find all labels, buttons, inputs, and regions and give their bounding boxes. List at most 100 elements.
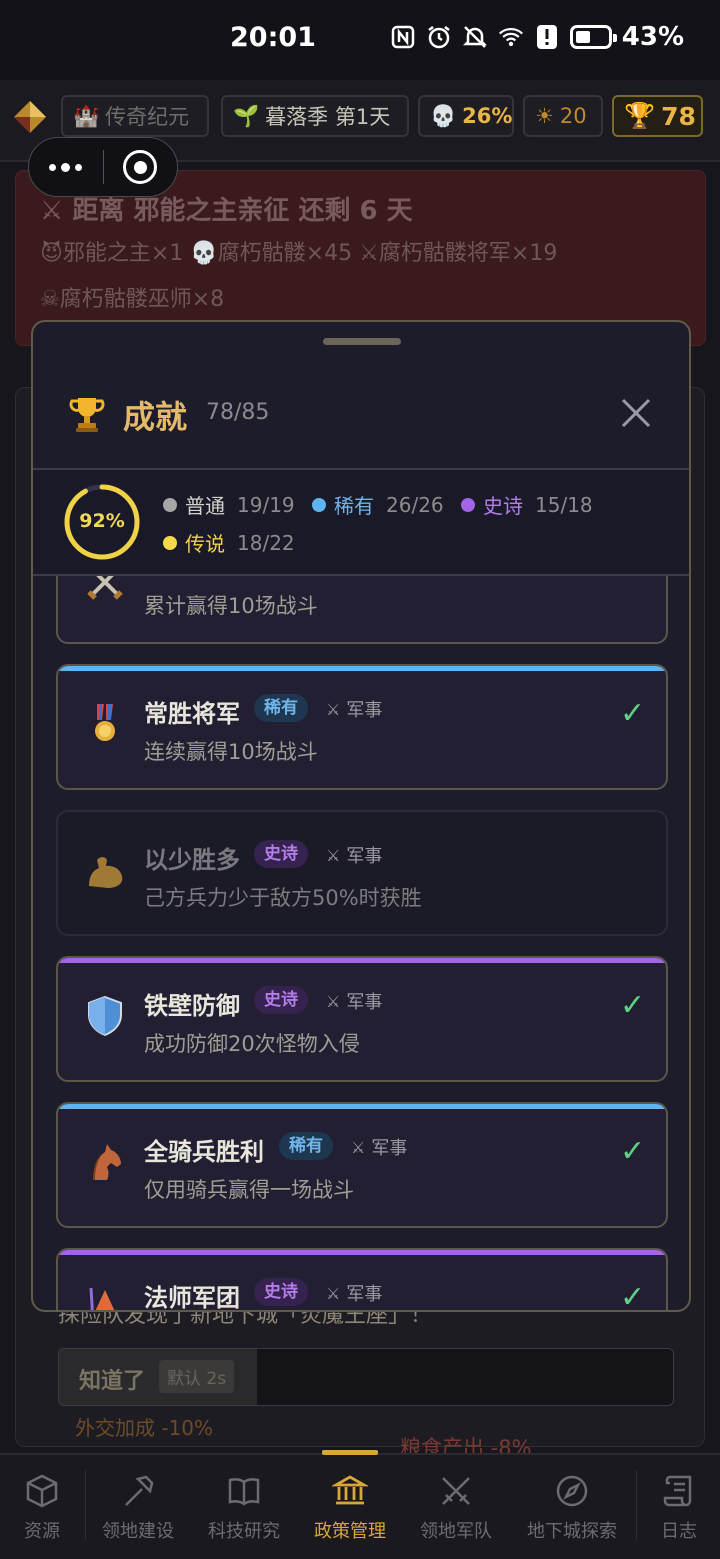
achievement-card[interactable]: 累计赢得10场战斗 ✓ xyxy=(56,576,668,644)
rarity-badge: 稀有 xyxy=(279,1132,333,1160)
flexed-arm-icon xyxy=(89,857,123,888)
dot-icon xyxy=(49,163,57,171)
crossed-swords-icon xyxy=(87,576,123,600)
horse-icon xyxy=(93,1144,121,1180)
sun-icon: ☀ xyxy=(535,104,554,128)
check-icon: ✓ xyxy=(620,988,646,1023)
close-icon[interactable] xyxy=(619,396,653,430)
scroll-icon xyxy=(663,1475,692,1507)
diplomacy-bonus: 外交加成 -10% xyxy=(75,1416,214,1440)
close-miniprogram-button[interactable] xyxy=(104,138,178,196)
completion-percent: 92% xyxy=(79,510,125,532)
category-label: ⚔ 军事 xyxy=(326,991,383,1014)
achievement-count: 78/85 xyxy=(206,400,270,425)
status-bar: 20:01 43% xyxy=(0,0,720,80)
nav-item-dungeon[interactable]: 地下城探索 xyxy=(512,1455,632,1559)
castle-icon: 🏰 xyxy=(73,103,100,128)
check-icon: ✓ xyxy=(620,1134,646,1169)
category-label: ⚔ 军事 xyxy=(326,845,383,868)
stat-legendary: 传说 18/22 xyxy=(163,528,295,557)
stat-rare: 稀有 26/26 xyxy=(312,490,444,519)
enemy-list-line2: ☠腐朽骷髅巫师×8 xyxy=(40,287,225,312)
game-logo-icon xyxy=(14,101,46,133)
achievements-modal: 成就 78/85 92% 普通 19/19 稀有 26/26 史诗 15/18 xyxy=(31,320,691,1312)
trophy-chip[interactable]: 🏆 78 xyxy=(612,95,703,137)
enemy-list-line1: 😈邪能之主×1 💀腐朽骷髅×45 ⚔腐朽骷髅将军×19 xyxy=(40,241,558,266)
dot-icon xyxy=(61,162,71,172)
modal-header: 成就 78/85 xyxy=(33,362,689,468)
stat-common: 普通 19/19 xyxy=(163,490,295,519)
nav-item-army[interactable]: 领地军队 xyxy=(404,1455,508,1559)
bottom-nav: 资源 领地建设 科技研究 政策管理 领地军队 地下城探索 日志 xyxy=(0,1453,720,1559)
dot-icon xyxy=(75,163,83,171)
wizard-icon xyxy=(89,1287,115,1310)
status-time: 20:01 xyxy=(230,22,316,53)
rarity-badge: 史诗 xyxy=(254,986,308,1014)
battery-icon xyxy=(569,25,617,49)
swords-icon xyxy=(442,1477,470,1505)
check-icon: ✓ xyxy=(620,1280,646,1312)
battery-level: 43% xyxy=(621,22,684,52)
dot-icon xyxy=(312,497,326,512)
alarm-icon xyxy=(426,24,452,50)
bank-icon xyxy=(332,1475,368,1505)
sun-chip[interactable]: ☀ 20 xyxy=(523,95,603,137)
category-label: ⚔ 军事 xyxy=(326,1283,383,1306)
nav-divider xyxy=(85,1470,86,1540)
compass-icon xyxy=(556,1475,588,1507)
stat-epic: 史诗 15/18 xyxy=(461,490,593,519)
rarity-badge: 史诗 xyxy=(254,1278,308,1306)
skull-icon: 💀 xyxy=(430,103,457,128)
target-icon xyxy=(123,150,158,184)
rarity-badge: 史诗 xyxy=(254,840,308,868)
achievement-card[interactable]: 常胜将军 稀有 ⚔ 军事 ✓ 连续赢得10场战斗 xyxy=(56,664,668,790)
check-icon: ✓ xyxy=(620,696,646,731)
crossed-swords-icon: ⚔ xyxy=(326,991,341,1011)
crossed-swords-icon: ⚔ xyxy=(351,1137,366,1157)
nav-item-log[interactable]: 日志 xyxy=(638,1455,720,1559)
era-chip[interactable]: 🏰 传奇纪元 xyxy=(61,95,209,137)
mute-bell-icon xyxy=(462,24,488,50)
nav-active-indicator xyxy=(322,1450,378,1455)
dot-icon xyxy=(461,497,475,512)
achievement-card[interactable]: 以少胜多 史诗 ⚔ 军事 己方兵力少于敌方50%时获胜 xyxy=(56,810,668,936)
achievement-card[interactable]: 全骑兵胜利 稀有 ⚔ 军事 ✓ 仅用骑兵赢得一场战斗 xyxy=(56,1102,668,1228)
rarity-stats: 92% 普通 19/19 稀有 26/26 史诗 15/18 传说 18/22 xyxy=(33,470,689,576)
book-icon xyxy=(228,1478,260,1506)
wifi-icon xyxy=(498,24,524,50)
nav-item-policy[interactable]: 政策管理 xyxy=(298,1455,402,1559)
crossed-swords-icon: ⚔ xyxy=(326,1283,341,1303)
shield-icon xyxy=(88,995,122,1037)
hammer-icon xyxy=(125,1475,154,1506)
check-icon: ✓ xyxy=(620,576,645,577)
threat-chip[interactable]: 💀 26% xyxy=(418,95,514,137)
acknowledge-button[interactable]: 知道了 默认 2s xyxy=(58,1348,674,1406)
status-icons: 43% xyxy=(390,22,684,52)
cube-icon xyxy=(26,1474,58,1508)
nav-item-resources[interactable]: 资源 xyxy=(0,1455,84,1559)
achievement-card[interactable]: 法师军团 史诗 ⚔ 军事 ✓ xyxy=(56,1248,668,1312)
miniprogram-capsule xyxy=(28,137,178,197)
nav-item-territory-build[interactable]: 领地建设 xyxy=(86,1455,190,1559)
dot-icon xyxy=(163,497,177,512)
sprout-icon: 🌱 xyxy=(233,103,260,128)
season-chip[interactable]: 🌱 暮落季 第1天 xyxy=(221,95,409,137)
rarity-badge: 稀有 xyxy=(254,694,308,722)
trophy-icon xyxy=(69,398,105,432)
achievement-card[interactable]: 铁壁防御 史诗 ⚔ 军事 ✓ 成功防御20次怪物入侵 xyxy=(56,956,668,1082)
crossed-swords-icon: ⚔ xyxy=(326,845,341,865)
trophy-icon: 🏆 xyxy=(624,101,656,130)
drag-handle[interactable] xyxy=(323,338,401,345)
medal-icon xyxy=(95,704,115,741)
alert-icon xyxy=(534,24,560,50)
dot-icon xyxy=(163,535,177,550)
crossed-swords-icon: ⚔ xyxy=(326,699,341,719)
achievement-list[interactable]: 累计赢得10场战斗 ✓ 常胜将军 稀有 ⚔ 军事 ✓ 连续赢得10场战斗 xyxy=(33,576,689,1312)
modal-title: 成就 xyxy=(123,398,188,436)
category-label: ⚔ 军事 xyxy=(351,1137,408,1160)
category-label: ⚔ 军事 xyxy=(326,699,383,722)
nav-item-tech-research[interactable]: 科技研究 xyxy=(192,1455,296,1559)
nfc-icon xyxy=(390,24,416,50)
more-options-button[interactable] xyxy=(29,138,103,196)
auto-timer-badge: 默认 2s xyxy=(159,1360,235,1393)
